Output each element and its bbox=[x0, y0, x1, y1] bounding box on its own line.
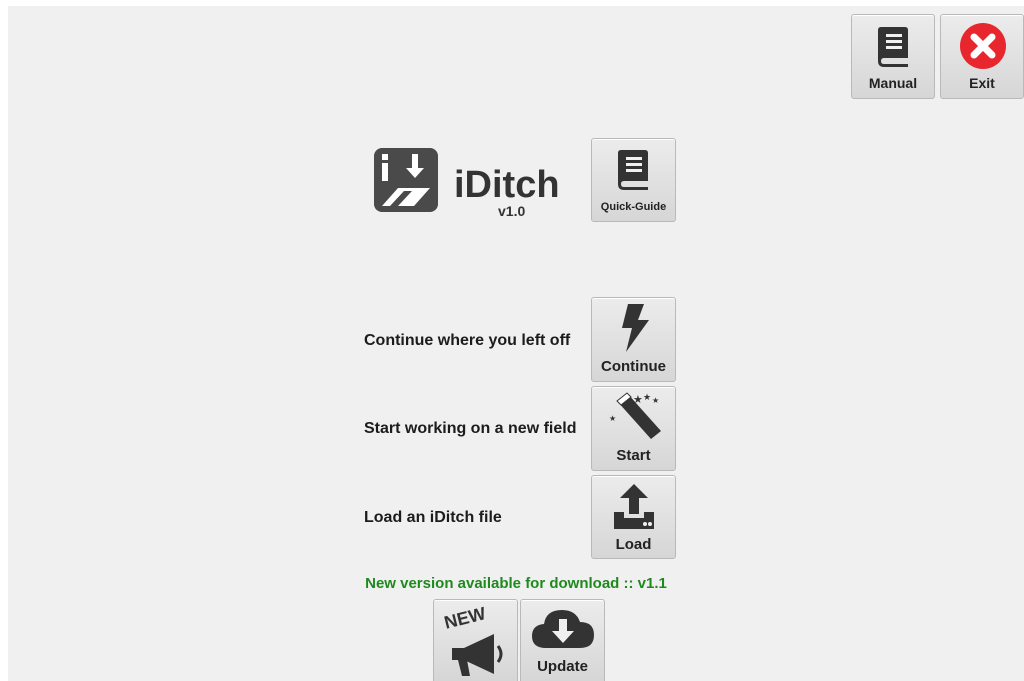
continue-button[interactable]: Continue bbox=[591, 297, 676, 382]
book-icon bbox=[618, 150, 648, 190]
close-icon bbox=[960, 23, 1006, 69]
svg-text:★: ★ bbox=[609, 414, 616, 423]
app-name: iDitch bbox=[454, 164, 560, 206]
exit-label: Exit bbox=[969, 75, 995, 91]
manual-button[interactable]: Manual bbox=[851, 14, 935, 99]
load-description: Load an iDitch file bbox=[364, 509, 502, 526]
start-label: Start bbox=[616, 447, 651, 464]
cloud-download-icon bbox=[532, 610, 594, 648]
continue-label: Continue bbox=[601, 358, 666, 375]
news-button[interactable]: NEW bbox=[433, 599, 518, 681]
svg-text:★: ★ bbox=[643, 393, 651, 403]
magic-wand-icon: ★ ★ ★ ★ bbox=[609, 392, 661, 439]
update-label: Update bbox=[537, 658, 588, 675]
app-version: v1.0 bbox=[498, 203, 526, 219]
exit-button[interactable]: Exit bbox=[940, 14, 1024, 99]
app-screen: Manual Exit iDitch v1.0 Quick-Guide Cont… bbox=[8, 6, 1024, 681]
load-button[interactable]: Load bbox=[591, 475, 676, 559]
start-button[interactable]: ★ ★ ★ ★ Start bbox=[591, 386, 676, 471]
update-notice: New version available for download :: v1… bbox=[365, 575, 667, 592]
lightning-bolt-icon bbox=[622, 304, 649, 352]
load-label: Load bbox=[615, 536, 652, 553]
svg-text:★: ★ bbox=[652, 396, 659, 405]
megaphone-icon bbox=[452, 634, 503, 676]
update-button[interactable]: Update bbox=[520, 599, 605, 681]
iditch-logo-icon bbox=[374, 148, 438, 212]
svg-text:★: ★ bbox=[633, 393, 643, 406]
upload-icon bbox=[614, 484, 654, 529]
book-icon bbox=[878, 27, 908, 67]
quick-guide-label: Quick-Guide bbox=[600, 201, 667, 213]
manual-label: Manual bbox=[868, 75, 918, 91]
continue-description: Continue where you left off bbox=[364, 332, 571, 349]
quick-guide-button[interactable]: Quick-Guide bbox=[591, 138, 676, 222]
start-description: Start working on a new field bbox=[364, 420, 577, 437]
